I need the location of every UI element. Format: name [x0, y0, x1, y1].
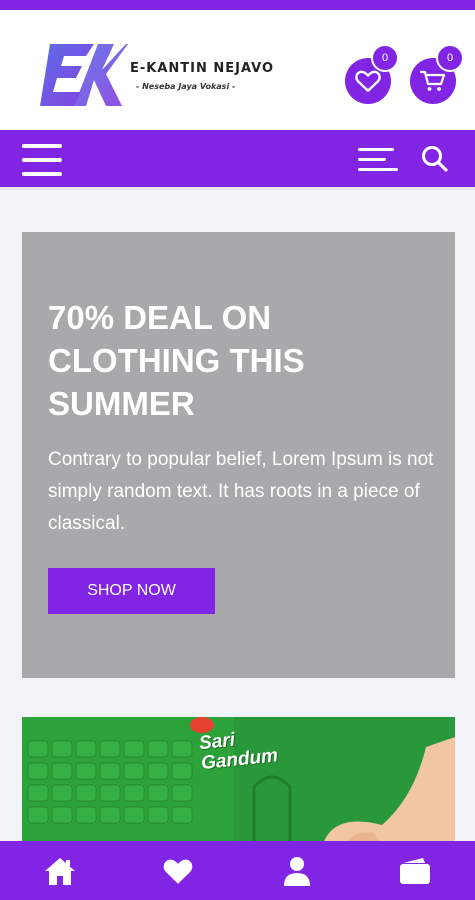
cart-icon [420, 70, 446, 91]
navigation-bar [0, 130, 475, 190]
hero-title: 70% DEAL ON CLOTHING THIS SUMMER [48, 299, 305, 422]
heart-icon [163, 859, 193, 884]
home-icon [45, 857, 75, 885]
logo-mark-icon [40, 44, 128, 106]
nav-home[interactable] [40, 851, 80, 891]
shop-now-button[interactable]: SHOP NOW [48, 568, 215, 614]
top-accent-bar [0, 0, 475, 10]
cart-count-badge: 0 [436, 44, 464, 72]
logo-text: E-KANTIN NEJAVO - Neseba Jaya Vokasi - [130, 61, 274, 91]
promo-banner[interactable]: Sari Gandum [22, 717, 455, 847]
nav-favorites[interactable] [158, 851, 198, 891]
cart-button[interactable]: 0 [410, 44, 464, 104]
search-icon[interactable] [420, 144, 450, 174]
header: E-KANTIN NEJAVO - Neseba Jaya Vokasi - 0… [0, 10, 475, 130]
hero-description: Contrary to popular belief, Lorem Ipsum … [48, 449, 434, 534]
heart-icon [355, 70, 381, 92]
brand-tagline: - Neseba Jaya Vokasi - [136, 82, 236, 91]
nav-wallet[interactable] [395, 851, 435, 891]
wishlist-button[interactable]: 0 [345, 44, 399, 104]
hero-banner: 70% DEAL ON CLOTHING THIS SUMMER Contrar… [22, 232, 455, 678]
nav-account[interactable] [277, 851, 317, 891]
wishlist-count-badge: 0 [371, 44, 399, 72]
user-icon [283, 856, 310, 886]
brand-logo[interactable]: E-KANTIN NEJAVO - Neseba Jaya Vokasi - [36, 40, 274, 112]
bottom-navigation [0, 841, 475, 900]
lines-icon[interactable] [358, 146, 398, 174]
wallet-icon [399, 857, 430, 884]
hamburger-icon[interactable] [22, 144, 62, 176]
brand-name: E-KANTIN NEJAVO [130, 61, 275, 76]
